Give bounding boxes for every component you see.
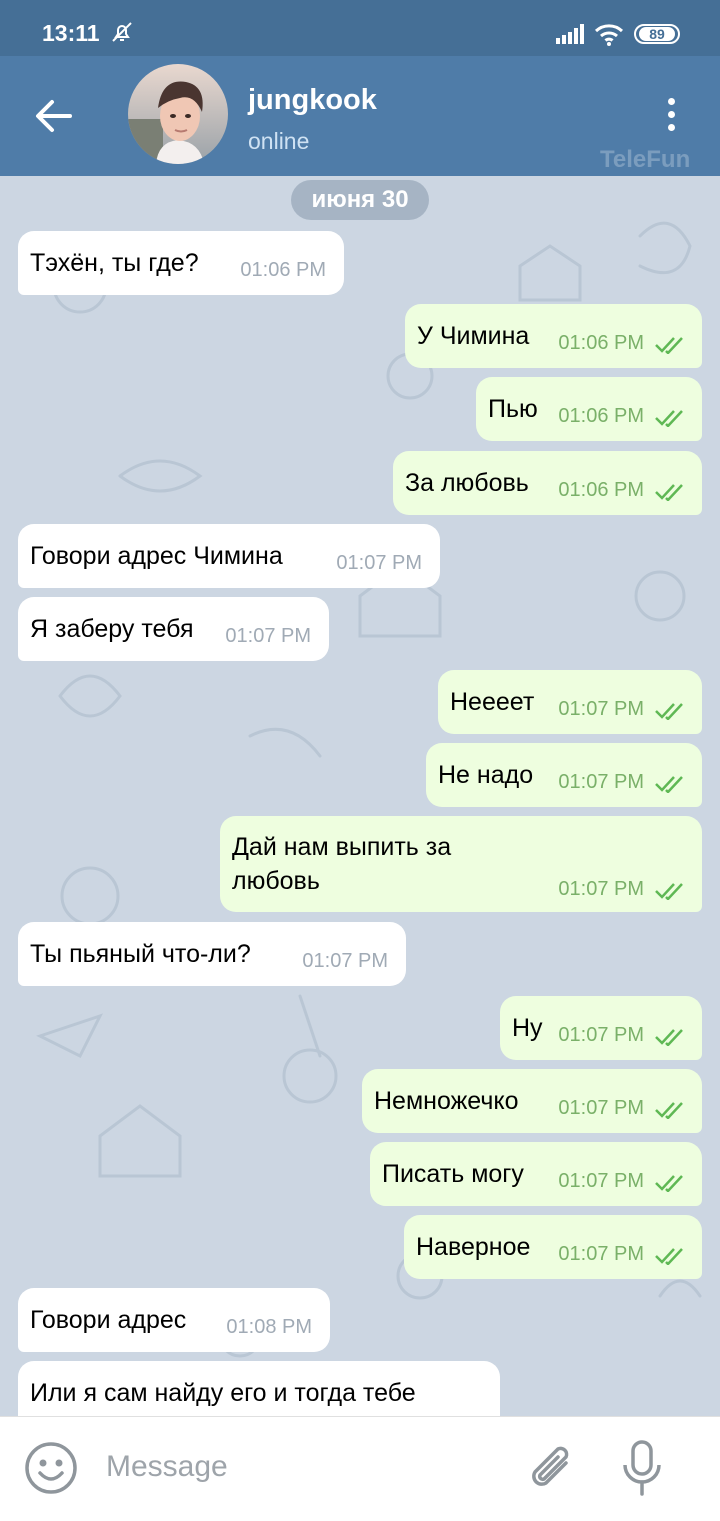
message-out[interactable]: Писать могу 01:07 PM bbox=[370, 1142, 702, 1206]
message-text: Или я сам найду его и тогда тебе bbox=[30, 1379, 416, 1407]
message-time: 01:07 PM bbox=[558, 1170, 644, 1192]
message-text: Я заберу тебя bbox=[30, 615, 194, 643]
mic-icon[interactable] bbox=[620, 1439, 664, 1504]
avatar[interactable] bbox=[128, 64, 228, 164]
message-time: 01:07 PM bbox=[225, 625, 311, 647]
bell-off-icon bbox=[110, 20, 134, 49]
battery-icon: 89 bbox=[634, 24, 680, 44]
more-vert-icon[interactable] bbox=[668, 98, 675, 137]
date-chip: июня 30 bbox=[291, 180, 429, 220]
message-in[interactable]: Я заберу тебя 01:07 PM bbox=[18, 597, 329, 661]
message-text: Наверное bbox=[416, 1233, 531, 1261]
message-in[interactable]: Говори адрес Чимина 01:07 PM bbox=[18, 524, 440, 588]
double-check-icon bbox=[654, 332, 686, 361]
message-out[interactable]: У Чимина 01:06 PM bbox=[405, 304, 702, 368]
message-out[interactable]: Наверное 01:07 PM bbox=[404, 1215, 702, 1279]
message-time: 01:06 PM bbox=[558, 479, 644, 501]
message-text: Писать могу bbox=[382, 1160, 524, 1188]
message-text: Не надо bbox=[438, 761, 534, 789]
message-in[interactable]: Ты пьяный что-ли? 01:07 PM bbox=[18, 922, 406, 986]
message-out[interactable]: Не надо 01:07 PM bbox=[426, 743, 702, 807]
message-text: Тэхён, ты где? bbox=[30, 249, 199, 277]
battery-level: 89 bbox=[639, 27, 675, 41]
message-in[interactable]: Говори адрес 01:08 PM bbox=[18, 1288, 330, 1352]
attach-icon[interactable] bbox=[528, 1441, 578, 1502]
message-in[interactable]: Тэхён, ты где? 01:06 PM bbox=[18, 231, 344, 295]
message-text: Неееет bbox=[450, 688, 535, 716]
message-time: 01:07 PM bbox=[558, 698, 644, 720]
double-check-icon bbox=[654, 1170, 686, 1199]
message-text: Говори адрес bbox=[30, 1306, 187, 1334]
chat-title[interactable]: jungkook bbox=[248, 84, 377, 117]
message-text: Ну bbox=[512, 1014, 543, 1042]
message-composer bbox=[0, 1416, 720, 1521]
message-time: 01:07 PM bbox=[302, 950, 388, 972]
double-check-icon bbox=[654, 771, 686, 800]
message-out[interactable]: Пью 01:06 PM bbox=[476, 377, 702, 441]
double-check-icon bbox=[654, 698, 686, 727]
message-text: Говори адрес Чимина bbox=[30, 542, 283, 570]
message-time: 01:07 PM bbox=[558, 1097, 644, 1119]
message-time: 01:07 PM bbox=[336, 552, 422, 574]
chat-status: online bbox=[248, 128, 310, 154]
message-input[interactable] bbox=[104, 1449, 508, 1485]
message-time: 01:08 PM bbox=[226, 1316, 312, 1338]
back-arrow-icon[interactable] bbox=[34, 98, 74, 139]
message-text: За любовь bbox=[405, 469, 529, 497]
message-time: 01:06 PM bbox=[558, 332, 644, 354]
chat-header: jungkook online TeleFun bbox=[0, 56, 720, 176]
message-time: 01:07 PM bbox=[558, 878, 644, 900]
message-text: Немножечко bbox=[374, 1087, 519, 1115]
status-bar: 13:11 89 bbox=[0, 0, 720, 56]
message-out[interactable]: Дай нам выпить за любовь 01:07 PM bbox=[220, 816, 702, 912]
double-check-icon bbox=[654, 405, 686, 434]
status-time: 13:11 bbox=[42, 20, 100, 46]
message-list[interactable]: июня 30 Тэхён, ты где? 01:06 PM У Чимина… bbox=[0, 176, 720, 1416]
double-check-icon bbox=[654, 1097, 686, 1126]
message-time: 01:06 PM bbox=[558, 405, 644, 427]
message-time: 01:07 PM bbox=[558, 1243, 644, 1265]
message-text: Ты пьяный что-ли? bbox=[30, 940, 251, 968]
signal-icon bbox=[556, 24, 586, 49]
message-time: 01:07 PM bbox=[558, 771, 644, 793]
emoji-icon[interactable] bbox=[24, 1441, 78, 1500]
message-time: 01:06 PM bbox=[240, 259, 326, 281]
double-check-icon bbox=[654, 878, 686, 907]
message-out[interactable]: Немножечко 01:07 PM bbox=[362, 1069, 702, 1133]
message-in[interactable]: Или я сам найду его и тогда тебе bbox=[18, 1361, 500, 1416]
message-out[interactable]: Неееет 01:07 PM bbox=[438, 670, 702, 734]
message-out[interactable]: Ну 01:07 PM bbox=[500, 996, 702, 1060]
message-time: 01:07 PM bbox=[558, 1024, 644, 1046]
message-text: Пью bbox=[488, 395, 538, 423]
message-text: У Чимина bbox=[417, 322, 530, 350]
double-check-icon bbox=[654, 1024, 686, 1053]
double-check-icon bbox=[654, 479, 686, 508]
wifi-icon bbox=[594, 22, 624, 51]
message-out[interactable]: За любовь 01:06 PM bbox=[393, 451, 702, 515]
double-check-icon bbox=[654, 1243, 686, 1272]
message-text: Дай нам выпить за любовь bbox=[232, 833, 452, 895]
watermark: TeleFun bbox=[600, 146, 691, 173]
